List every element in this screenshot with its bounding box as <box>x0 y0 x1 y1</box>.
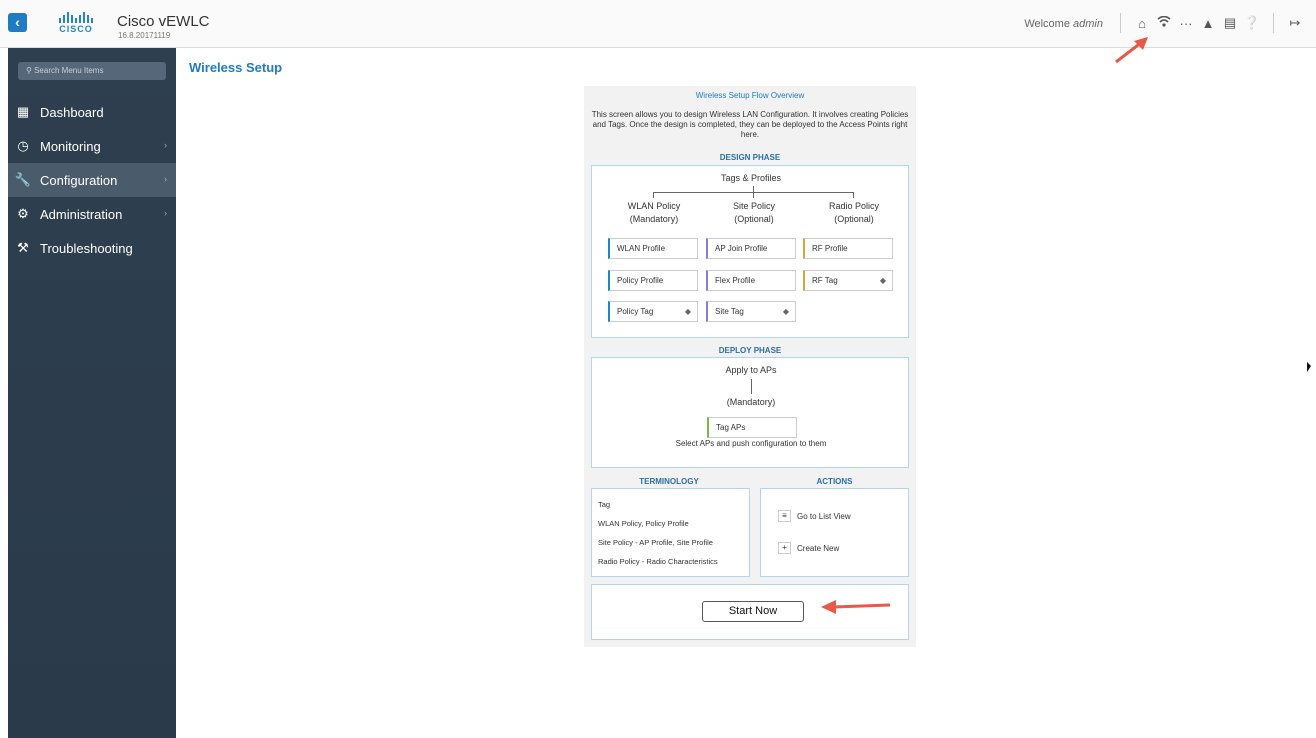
site-policy-subtitle: (Optional) <box>734 214 774 224</box>
chevron-right-icon: › <box>164 208 167 218</box>
actions-heading: ACTIONS <box>816 477 853 486</box>
sidebar-item-administration[interactable]: ⚙ Administration › <box>8 197 176 231</box>
chevron-right-icon: › <box>164 140 167 150</box>
search-input[interactable]: ⚲ Search Menu Items <box>18 62 166 80</box>
design-phase-heading: DESIGN PHASE <box>719 153 781 162</box>
policy-tag-chip[interactable]: Policy Tag ◆ <box>608 301 698 322</box>
wlan-policy-title: WLAN Policy <box>627 201 681 211</box>
terminology-heading: TERMINOLOGY <box>639 477 699 486</box>
dashboard-icon: ▦ <box>16 104 30 119</box>
overview-description: This screen allows you to design Wireles… <box>591 110 909 139</box>
deploy-note: Select APs and push configuration to the… <box>675 439 827 448</box>
deploy-phase-box: Apply to APs (Mandatory) Tag APs Select … <box>591 357 909 468</box>
app-version: 16.8.20171119 <box>118 31 171 40</box>
actions-box: ≡ Go to List View + Create New <box>760 488 909 577</box>
logout-icon[interactable]: ↦ <box>1284 15 1306 31</box>
term-line: Radio Policy - Radio Characteristics <box>598 557 718 566</box>
help-icon[interactable]: ❔ <box>1241 15 1263 31</box>
term-line: Tag <box>598 500 611 509</box>
ap-join-profile-chip[interactable]: AP Join Profile <box>706 238 796 259</box>
tag-icon: ◆ <box>879 276 886 285</box>
site-policy-title: Site Policy <box>732 201 776 211</box>
wireless-setup-panel: Wireless Setup Flow Overview This screen… <box>584 86 916 647</box>
start-now-button[interactable]: Start Now <box>702 601 804 622</box>
sidebar-item-label: Monitoring <box>40 138 101 154</box>
flex-profile-chip[interactable]: Flex Profile <box>706 270 796 291</box>
wireless-setup-icon[interactable] <box>1153 15 1175 31</box>
app-title: Cisco vEWLC <box>117 13 210 30</box>
annotation-arrow-top <box>1115 37 1148 64</box>
sidebar-item-label: Troubleshooting <box>40 240 133 256</box>
radio-policy-subtitle: (Optional) <box>834 214 874 224</box>
plus-icon: + <box>778 542 791 554</box>
more-icon[interactable]: ··· <box>1175 16 1197 31</box>
rf-profile-chip[interactable]: RF Profile <box>803 238 893 259</box>
back-arrow-icon[interactable]: ‹ <box>8 13 27 32</box>
tag-icon: ◆ <box>684 307 691 316</box>
wlan-policy-subtitle: (Mandatory) <box>629 214 679 224</box>
rf-tag-chip[interactable]: RF Tag ◆ <box>803 270 893 291</box>
tag-aps-chip[interactable]: Tag APs <box>707 417 797 438</box>
sidebar-item-configuration[interactable]: 🔧 Configuration › <box>8 163 176 197</box>
sidebar-item-dashboard[interactable]: ▦ Dashboard <box>8 95 176 129</box>
deploy-phase-heading: DEPLOY PHASE <box>718 346 782 355</box>
site-tag-chip[interactable]: Site Tag ◆ <box>706 301 796 322</box>
welcome-text: Welcome admin <box>1024 18 1103 30</box>
wlan-profile-chip[interactable]: WLAN Profile <box>608 238 698 259</box>
sidebar-item-monitoring[interactable]: ◷ Monitoring › <box>8 129 176 163</box>
gear-icon: ⚙ <box>17 206 29 221</box>
apply-to-aps-label: Apply to APs <box>725 365 777 375</box>
tools-icon: ⚒ <box>17 240 29 255</box>
design-phase-box: Tags & Profiles WLAN Policy (Mandatory) … <box>591 165 909 338</box>
monitoring-icon: ◷ <box>17 138 29 153</box>
policy-profile-chip[interactable]: Policy Profile <box>608 270 698 291</box>
wrench-icon: 🔧 <box>14 172 32 187</box>
term-line: WLAN Policy, Policy Profile <box>598 519 689 528</box>
list-icon: ≡ <box>778 510 791 522</box>
deploy-mandatory-label: (Mandatory) <box>726 397 776 407</box>
term-line: Site Policy - AP Profile, Site Profile <box>598 538 713 547</box>
cisco-logo: CISCO <box>54 12 98 36</box>
mouse-cursor <box>1307 362 1311 372</box>
header-icons: ⌂ ··· ▲ ▤ ❔ ↦ <box>1110 13 1306 33</box>
annotation-arrow-start <box>821 600 891 614</box>
terminology-box: Tag WLAN Policy, Policy Profile Site Pol… <box>591 488 750 577</box>
tag-icon: ◆ <box>782 307 789 316</box>
alert-icon[interactable]: ▲ <box>1197 16 1219 31</box>
sidebar-item-label: Dashboard <box>40 104 104 120</box>
sidebar-nav: ▦ Dashboard ◷ Monitoring › 🔧 Configurati… <box>8 95 176 265</box>
radio-policy-title: Radio Policy <box>828 201 880 211</box>
sidebar: ⚲ Search Menu Items ▦ Dashboard ◷ Monito… <box>8 48 176 738</box>
create-new-action[interactable]: + Create New <box>778 542 839 554</box>
overview-title: Wireless Setup Flow Overview <box>695 91 805 100</box>
chevron-right-icon: › <box>164 174 167 184</box>
sidebar-item-label: Configuration <box>40 172 118 188</box>
home-icon[interactable]: ⌂ <box>1131 16 1153 31</box>
clipboard-icon[interactable]: ▤ <box>1219 15 1241 31</box>
go-to-list-view-action[interactable]: ≡ Go to List View <box>778 510 851 522</box>
tags-profiles-label: Tags & Profiles <box>720 173 782 183</box>
sidebar-item-troubleshooting[interactable]: ⚒ Troubleshooting <box>8 231 176 265</box>
username: admin <box>1073 18 1103 30</box>
page-title: Wireless Setup <box>189 60 283 75</box>
sidebar-item-label: Administration <box>40 206 123 222</box>
